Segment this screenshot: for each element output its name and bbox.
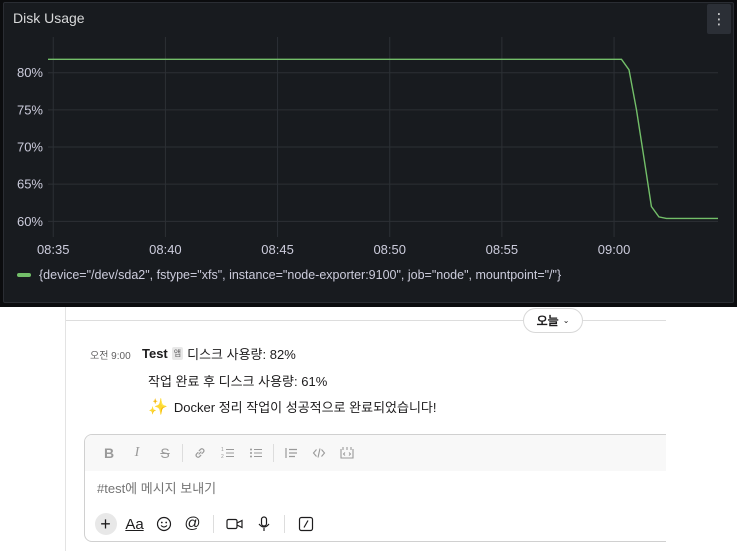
series-line [48, 58, 718, 220]
shortcut-icon[interactable] [293, 511, 318, 537]
x-tick-label: 08:50 [373, 242, 406, 257]
x-tick-label: 08:55 [486, 242, 519, 257]
code-icon[interactable] [305, 440, 333, 466]
channel-divider [65, 307, 66, 551]
svg-text:1: 1 [221, 447, 224, 453]
text-format-icon[interactable]: Aa [122, 511, 147, 537]
message-time[interactable]: 오전 9:00 [90, 347, 131, 362]
slack-channel: 오늘 ⌄ 오전 9:00 Test 앱 디스크 사용량: 82% 작업 완료 후… [0, 307, 737, 551]
x-tick-label: 08:45 [261, 242, 294, 257]
plus-icon[interactable]: + [93, 511, 118, 537]
blockquote-icon[interactable] [277, 440, 305, 466]
message-author[interactable]: Test [142, 346, 168, 361]
mention-icon[interactable]: @ [180, 511, 205, 537]
x-tick-label: 08:35 [37, 242, 70, 257]
grafana-area: Disk Usage ⋮ 60% 65% 70% 75% 80% 08:35 08:40 08… [0, 0, 737, 307]
date-jump-button[interactable]: 오늘 ⌄ [523, 308, 583, 333]
chevron-down-icon: ⌄ [562, 316, 570, 325]
x-tick-label: 09:00 [598, 242, 631, 257]
y-tick-label: 60% [17, 214, 43, 229]
emoji-icon[interactable] [151, 511, 176, 537]
sparkles-emoji: ✨ [148, 399, 168, 416]
link-icon[interactable] [186, 440, 214, 466]
chart-legend[interactable]: {device="/dev/sda2", fstype="xfs", insta… [17, 268, 561, 282]
y-tick-label: 80% [17, 65, 43, 80]
message-composer: B I S 12 + [84, 434, 684, 542]
message-first-line: Test 앱 디스크 사용량: 82% [142, 344, 296, 363]
legend-label: {device="/dev/sda2", fstype="xfs", insta… [39, 268, 562, 282]
strikethrough-icon[interactable]: S [151, 440, 179, 466]
y-tick-label: 75% [17, 102, 43, 117]
message-line-2: 작업 완료 후 디스크 사용량: 61% [148, 374, 328, 389]
legend-swatch [17, 273, 31, 277]
microphone-icon[interactable] [251, 511, 276, 537]
ordered-list-icon[interactable]: 12 [214, 440, 242, 466]
action-divider [284, 515, 285, 533]
action-divider [213, 515, 214, 533]
formatting-toolbar: B I S 12 [85, 435, 683, 471]
italic-icon[interactable]: I [123, 440, 151, 466]
date-label: 오늘 [536, 314, 559, 328]
message-line-3-text: Docker 정리 작업이 성공적으로 완료되었습니다! [173, 400, 437, 415]
toolbar-divider [273, 444, 274, 462]
y-tick-label: 65% [17, 177, 43, 192]
x-tick-label: 08:40 [149, 242, 182, 257]
toolbar-divider [182, 444, 183, 462]
message-line-1: 디스크 사용량: 82% [187, 347, 296, 362]
video-icon[interactable] [222, 511, 247, 537]
message-line-3: ✨ Docker 정리 작업이 성공적으로 완료되었습니다! [148, 397, 436, 417]
composer-actions: + Aa @ [93, 511, 318, 537]
code-block-icon[interactable] [333, 440, 361, 466]
bold-icon[interactable]: B [95, 440, 123, 466]
disk-usage-chart[interactable]: 60% 65% 70% 75% 80% 08:35 08:40 08:45 08:50 08:55… [4, 3, 735, 268]
y-tick-label: 70% [17, 140, 43, 155]
svg-text:2: 2 [221, 454, 224, 460]
window-edge [666, 307, 737, 551]
bulleted-list-icon[interactable] [242, 440, 270, 466]
disk-usage-panel: Disk Usage ⋮ 60% 65% 70% 75% 80% 08:35 08:40 08… [3, 2, 734, 303]
message-input[interactable] [97, 481, 657, 496]
app-badge: 앱 [171, 347, 184, 360]
